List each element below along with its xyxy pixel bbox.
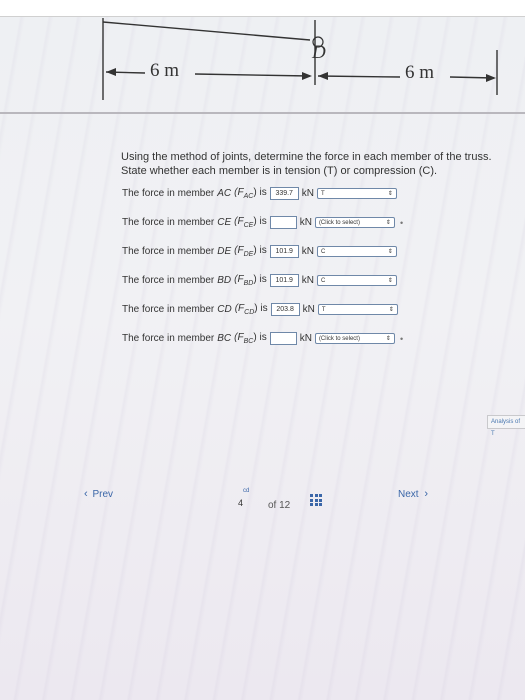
dim-left-arrowhead-b xyxy=(302,72,312,80)
select-value: T xyxy=(321,306,326,313)
unit-label: kN xyxy=(299,333,312,344)
screen: D 6 m 6 m Analysis of T Using the method… xyxy=(0,0,525,700)
page-current[interactable]: 4 xyxy=(238,498,243,508)
select-value: C xyxy=(320,277,326,284)
row-symbol: (FAC) is xyxy=(234,187,267,200)
dim-left-line-b xyxy=(194,73,311,77)
dim-right-arrowhead-b xyxy=(486,74,496,82)
prev-label: Prev xyxy=(92,489,114,500)
chevron-updown-icon: ⇕ xyxy=(388,307,394,313)
row-prefix: The force in member xyxy=(122,217,215,228)
force-input[interactable] xyxy=(269,216,297,229)
chevron-updown-icon: ⇕ xyxy=(387,191,393,197)
answer-row-bd: The force in member BD (FBD) is 101.9 kN C ⇕ xyxy=(122,274,397,287)
select-value: (Click to select) xyxy=(318,219,360,226)
row-symbol: (FDE) is xyxy=(234,245,267,258)
chevron-updown-icon: ⇕ xyxy=(385,336,391,342)
row-member: AC xyxy=(217,188,232,199)
chevron-right-icon: › xyxy=(424,488,429,500)
select-value: (Click to select) xyxy=(318,335,360,342)
dim-right-line-a xyxy=(317,75,401,78)
question-text: Using the method of joints, determine th… xyxy=(121,151,492,177)
dot-icon: • xyxy=(399,333,404,344)
row-member: BD xyxy=(217,275,232,286)
tension-compression-select[interactable]: T ⇕ xyxy=(317,304,398,315)
dim-left-arrowhead-a xyxy=(106,68,116,76)
answer-row-bc: The force in member BC (FBC) is kN (Click to… xyxy=(122,332,403,345)
select-value: C xyxy=(320,248,326,255)
page-of: of 12 xyxy=(268,500,291,511)
tension-compression-select[interactable]: (Click to select) ⇕ xyxy=(314,217,395,228)
tension-compression-select[interactable]: T ⇕ xyxy=(316,188,397,199)
truss-member xyxy=(102,21,311,41)
next-button[interactable]: Next › xyxy=(398,488,428,500)
row-member: DE xyxy=(217,246,232,257)
node-label-d: D xyxy=(312,42,326,63)
row-symbol: (FCD) is xyxy=(234,303,268,316)
select-value: T xyxy=(320,190,325,197)
row-prefix: The force in member xyxy=(122,275,215,286)
answer-row-ac: The force in member AC (FAC) is 339.7 kN T ⇕ xyxy=(122,187,397,200)
tension-compression-select[interactable]: (Click to select) ⇕ xyxy=(314,333,395,344)
force-input[interactable]: 203.8 xyxy=(270,303,300,316)
row-prefix: The force in member xyxy=(122,246,215,257)
chevron-updown-icon: ⇕ xyxy=(387,278,393,284)
next-label: Next xyxy=(398,489,419,500)
section-divider xyxy=(0,112,525,114)
truss-diagram: D 6 m 6 m xyxy=(0,0,525,120)
row-symbol: (FBC) is xyxy=(234,332,267,345)
tension-compression-select[interactable]: C ⇕ xyxy=(316,275,397,286)
pager: ‹ Prev cd 4 of 12 Next › xyxy=(0,488,525,528)
row-symbol: (FBD) is xyxy=(234,274,267,287)
chevron-updown-icon: ⇕ xyxy=(385,220,391,226)
dimension-right: 6 m xyxy=(405,62,435,83)
row-member: CE xyxy=(217,217,232,228)
unit-label: kN xyxy=(301,188,314,199)
dot-icon: • xyxy=(399,217,404,228)
chevron-left-icon: ‹ xyxy=(84,488,88,500)
dimension-left: 6 m xyxy=(150,60,180,81)
row-prefix: The force in member xyxy=(122,333,215,344)
dim-right-arrowhead-a xyxy=(318,72,328,80)
row-symbol: (FCE) is xyxy=(234,216,267,229)
row-prefix: The force in member xyxy=(122,304,215,315)
unit-label: kN xyxy=(302,304,315,315)
row-member: BC xyxy=(217,333,232,344)
force-input[interactable]: 101.9 xyxy=(269,245,299,258)
answer-row-ce: The force in member CE (FCE) is kN (Click to… xyxy=(122,216,403,229)
prev-button[interactable]: ‹ Prev xyxy=(84,488,113,500)
tension-compression-select[interactable]: C ⇕ xyxy=(316,246,397,257)
page-icon: cd xyxy=(243,488,250,494)
force-input[interactable]: 101.9 xyxy=(269,274,299,287)
grid-icon[interactable] xyxy=(310,494,322,506)
force-input[interactable] xyxy=(269,332,297,345)
unit-label: kN xyxy=(301,275,314,286)
force-input[interactable]: 339.7 xyxy=(269,187,299,200)
row-member: CD xyxy=(217,304,232,315)
answer-row-de: The force in member DE (FDE) is 101.9 kN C ⇕ xyxy=(122,245,397,258)
answer-row-cd: The force in member CD (FCD) is 203.8 kN T ⇕ xyxy=(122,303,398,316)
chevron-updown-icon: ⇕ xyxy=(387,249,393,255)
analysis-tab[interactable]: Analysis of T xyxy=(487,415,525,437)
row-prefix: The force in member xyxy=(122,188,215,199)
truss-svg xyxy=(102,18,498,100)
unit-label: kN xyxy=(301,246,314,257)
unit-label: kN xyxy=(299,217,312,228)
